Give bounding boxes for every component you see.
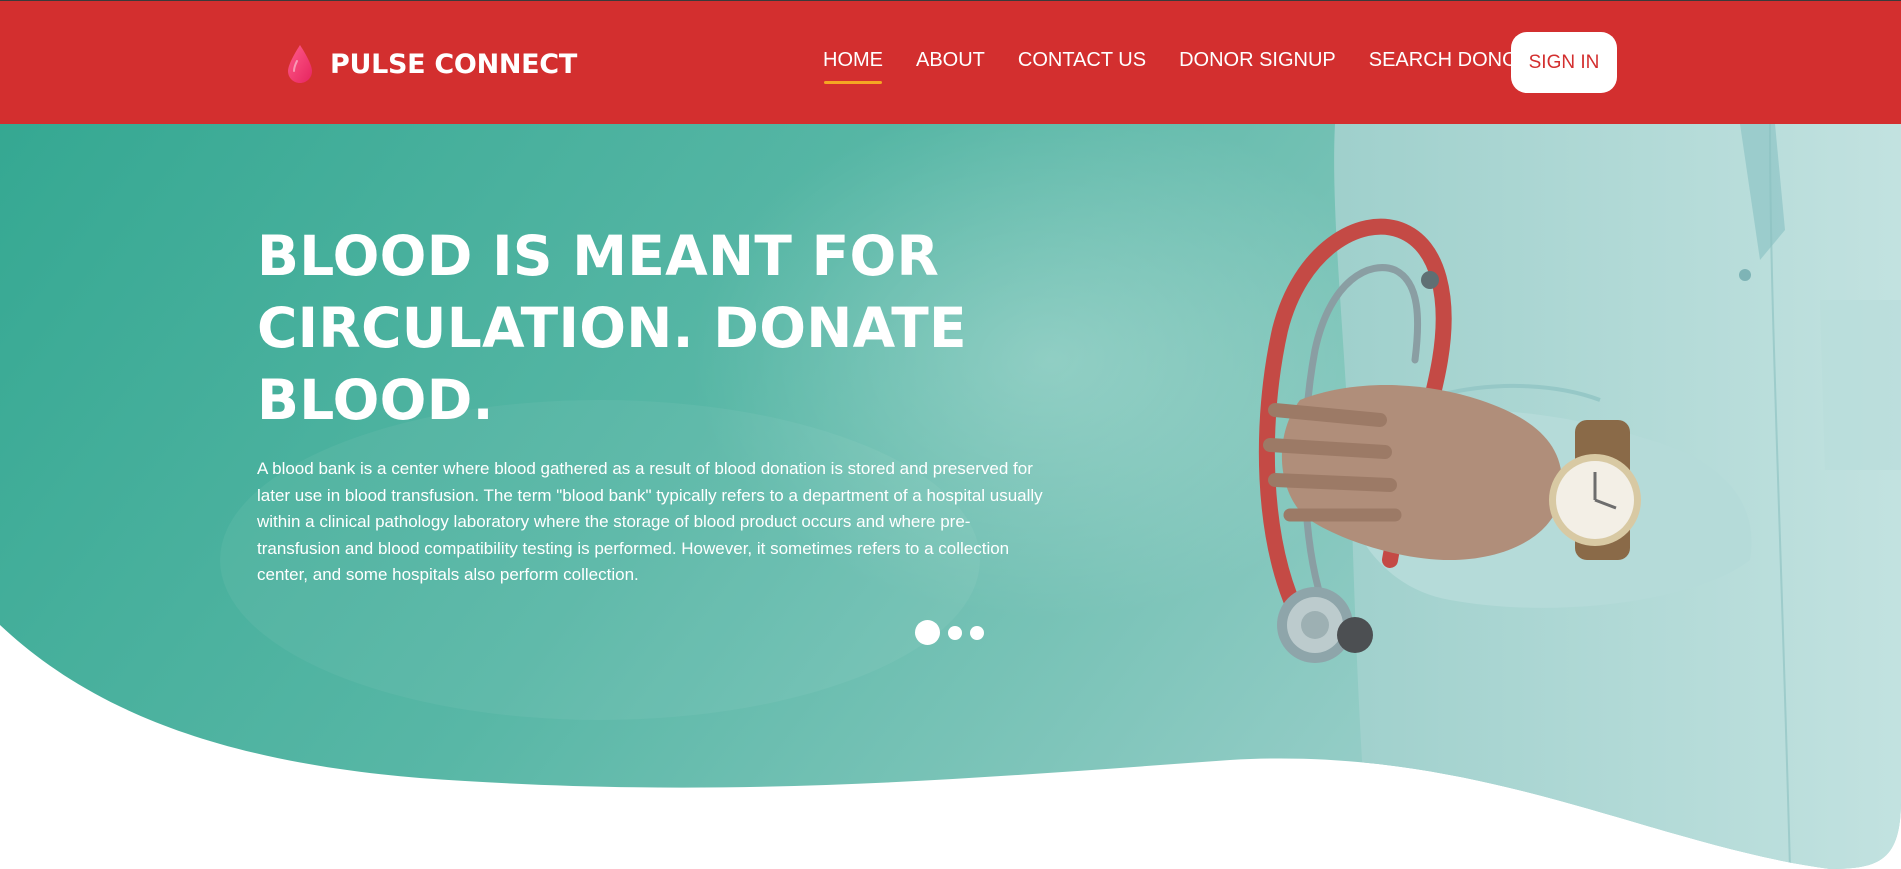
brand-name: PULSE CONNECT: [330, 48, 577, 80]
carousel-indicators: [915, 620, 992, 645]
sign-in-button[interactable]: SIGN IN: [1511, 32, 1617, 93]
nav-item-search-donor[interactable]: SEARCH DONOR: [1369, 49, 1532, 84]
brand-logo[interactable]: PULSE CONNECT: [284, 43, 577, 85]
top-navbar: PULSE CONNECT HOME ABOUT CONTACT US DONO…: [0, 0, 1901, 124]
nav-item-donor-signup[interactable]: DONOR SIGNUP: [1179, 49, 1336, 84]
hero-description: A blood bank is a center where blood gat…: [257, 459, 1043, 584]
blood-drop-icon: [288, 45, 312, 83]
nav-item-contact-us[interactable]: CONTACT US: [1018, 49, 1146, 84]
page: PULSE CONNECT HOME ABOUT CONTACT US DONO…: [0, 0, 1901, 869]
hero-title-line: CIRCULATION. DONATE: [257, 296, 967, 360]
hero-title: BLOOD IS MEANT FOR CIRCULATION. DONATE B…: [257, 220, 1047, 436]
nav-menu: HOME ABOUT CONTACT US DONOR SIGNUP SEARC…: [823, 49, 1565, 84]
hero-content: BLOOD IS MEANT FOR CIRCULATION. DONATE B…: [257, 220, 1047, 589]
hero-title-line: BLOOD IS MEANT FOR: [257, 224, 940, 288]
nav-item-home[interactable]: HOME: [823, 49, 883, 84]
carousel-dot-active[interactable]: [915, 620, 940, 645]
carousel-dot[interactable]: [948, 625, 962, 640]
hero-title-line: BLOOD.: [257, 368, 494, 432]
carousel-dot[interactable]: [970, 625, 984, 640]
nav-item-about[interactable]: ABOUT: [916, 49, 985, 84]
